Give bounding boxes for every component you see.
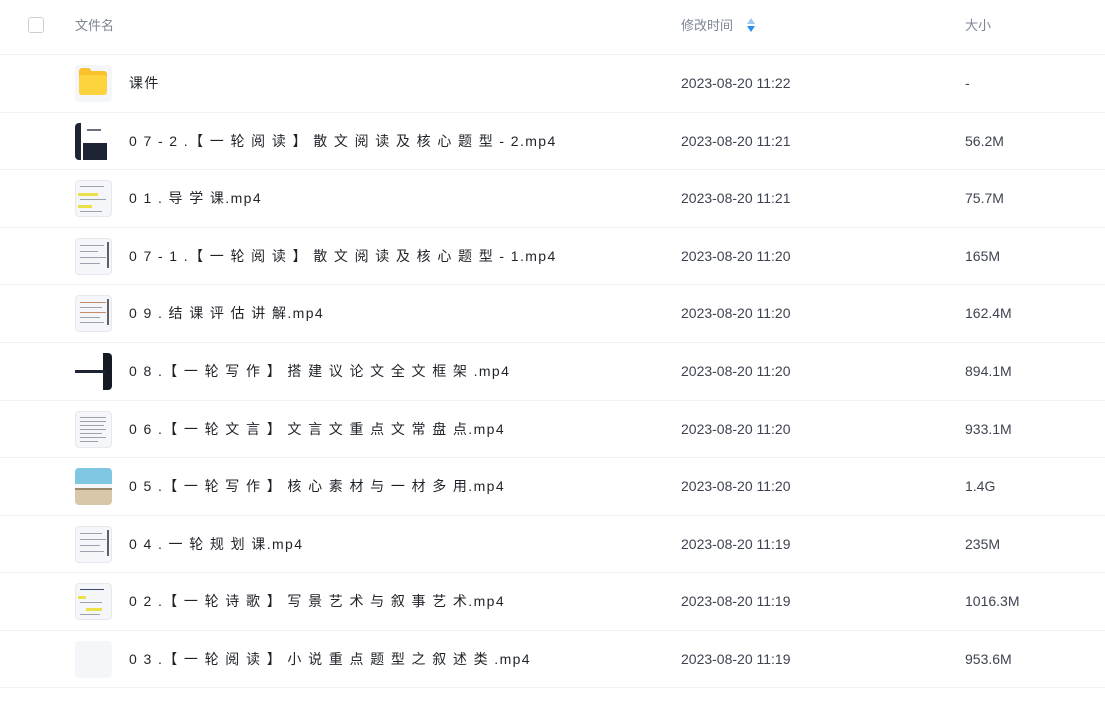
file-row[interactable]: 0 4 . 一 轮 规 划 课.mp4 2023-08-20 11:19 235… (0, 514, 1105, 573)
select-all-checkbox[interactable] (28, 17, 44, 33)
file-name[interactable]: 0 1 . 导 学 课.mp4 (129, 170, 262, 227)
file-name[interactable]: 0 7 - 2 .【 一 轮 阅 读 】 散 文 阅 读 及 核 心 题 型 -… (129, 113, 557, 170)
video-thumbnail (75, 295, 112, 333)
file-name[interactable]: 0 4 . 一 轮 规 划 课.mp4 (129, 516, 303, 573)
video-thumbnail (75, 410, 112, 448)
file-name[interactable]: 0 9 . 结 课 评 估 讲 解.mp4 (129, 285, 324, 342)
file-modified-time: 2023-08-20 11:19 (681, 593, 791, 610)
file-size: 894.1M (965, 362, 1012, 379)
video-thumbnail (75, 583, 112, 621)
file-size: 235M (965, 535, 1001, 552)
file-row[interactable]: 0 7 - 1 .【 一 轮 阅 读 】 散 文 阅 读 及 核 心 题 型 -… (0, 226, 1105, 285)
file-name[interactable]: 0 8 .【 一 轮 写 作 】 搭 建 议 论 文 全 文 框 架 .mp4 (129, 343, 510, 400)
file-row[interactable]: 0 7 - 2 .【 一 轮 阅 读 】 散 文 阅 读 及 核 心 题 型 -… (0, 111, 1105, 170)
file-modified-time: 2023-08-20 11:20 (681, 420, 791, 437)
folder-icon (75, 65, 112, 102)
sort-icon[interactable] (746, 18, 756, 34)
file-name[interactable]: 0 2 .【 一 轮 诗 歌 】 写 景 艺 术 与 叙 事 艺 术.mp4 (129, 573, 505, 630)
file-row[interactable]: 0 1 . 导 学 课.mp4 2023-08-20 11:21 75.7M (0, 169, 1105, 227)
file-list: 课件 2023-08-20 11:22 - 0 7 - 2 .【 一 轮 阅 读… (0, 54, 1105, 688)
file-modified-time: 2023-08-20 11:22 (681, 75, 791, 91)
column-header-name[interactable]: 文件名 (75, 17, 114, 35)
file-size: 165M (965, 247, 1001, 264)
file-modified-time: 2023-08-20 11:21 (681, 190, 791, 207)
file-modified-time: 2023-08-20 11:20 (681, 362, 791, 379)
file-modified-time: 2023-08-20 11:19 (681, 535, 791, 552)
file-modified-time: 2023-08-20 11:19 (681, 650, 791, 667)
file-size: - (965, 75, 970, 91)
file-size: 1016.3M (965, 593, 1020, 610)
video-thumbnail (75, 237, 112, 275)
column-header-modified-time[interactable]: 修改时间 (681, 17, 733, 35)
file-name[interactable]: 课件 (129, 55, 160, 112)
file-row[interactable]: 0 2 .【 一 轮 诗 歌 】 写 景 艺 术 与 叙 事 艺 术.mp4 2… (0, 572, 1105, 630)
video-thumbnail (75, 122, 112, 160)
file-size: 162.4M (965, 305, 1012, 322)
file-modified-time: 2023-08-20 11:20 (681, 305, 791, 322)
video-thumbnail (75, 468, 112, 506)
file-row[interactable]: 课件 2023-08-20 11:22 - (0, 54, 1105, 112)
file-row[interactable]: 0 9 . 结 课 评 估 讲 解.mp4 2023-08-20 11:20 1… (0, 284, 1105, 342)
file-list-header: 文件名 修改时间 大小 (0, 0, 1105, 53)
file-name[interactable]: 0 7 - 1 .【 一 轮 阅 读 】 散 文 阅 读 及 核 心 题 型 -… (129, 228, 557, 285)
file-size: 933.1M (965, 420, 1012, 437)
file-size: 75.7M (965, 190, 1004, 207)
file-size: 1.4G (965, 478, 996, 495)
file-size: 953.6M (965, 650, 1012, 667)
file-name[interactable]: 0 6 .【 一 轮 文 言 】 文 言 文 重 点 文 常 盘 点.mp4 (129, 401, 505, 458)
file-size: 56.2M (965, 132, 1004, 149)
file-name[interactable]: 0 5 .【 一 轮 写 作 】 核 心 素 材 与 一 材 多 用.mp4 (129, 458, 505, 515)
video-thumbnail (75, 352, 112, 390)
file-row[interactable]: 0 8 .【 一 轮 写 作 】 搭 建 议 论 文 全 文 框 架 .mp4 … (0, 341, 1105, 400)
file-row[interactable]: 0 5 .【 一 轮 写 作 】 核 心 素 材 与 一 材 多 用.mp4 2… (0, 457, 1105, 515)
video-thumbnail (75, 180, 112, 218)
video-thumbnail (75, 640, 112, 678)
file-modified-time: 2023-08-20 11:20 (681, 478, 791, 495)
file-name[interactable]: 0 3 .【 一 轮 阅 读 】 小 说 重 点 题 型 之 叙 述 类 .mp… (129, 631, 531, 688)
file-list-page: 文件名 修改时间 大小 课件 2023-08-20 11:22 - 0 7 - … (0, 0, 1105, 704)
file-modified-time: 2023-08-20 11:20 (681, 247, 791, 264)
file-row[interactable]: 0 6 .【 一 轮 文 言 】 文 言 文 重 点 文 常 盘 点.mp4 2… (0, 399, 1105, 458)
column-header-size[interactable]: 大小 (965, 17, 991, 35)
file-modified-time: 2023-08-20 11:21 (681, 132, 791, 149)
file-row[interactable]: 0 3 .【 一 轮 阅 读 】 小 说 重 点 题 型 之 叙 述 类 .mp… (0, 629, 1105, 688)
video-thumbnail (75, 525, 112, 563)
